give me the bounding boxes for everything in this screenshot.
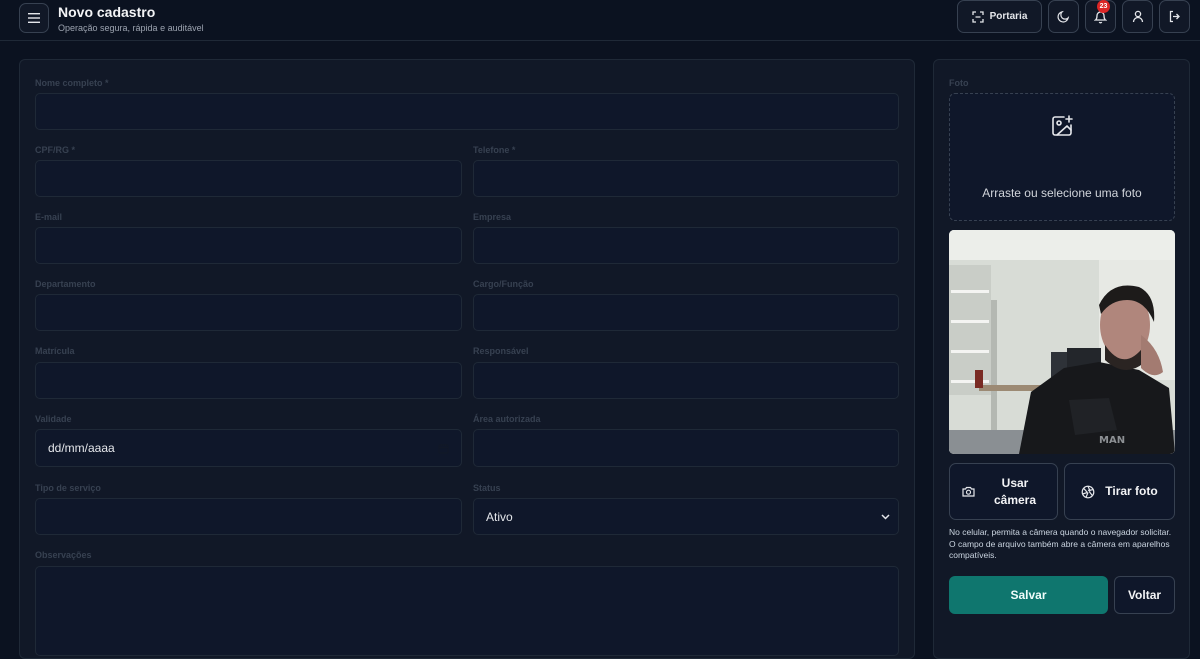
notifications-button[interactable]: 23 xyxy=(1085,0,1116,33)
dropzone-text: Arraste ou selecione uma foto xyxy=(982,186,1142,200)
use-camera-button[interactable]: Usar câmera xyxy=(949,463,1058,520)
empresa-input[interactable] xyxy=(473,227,899,264)
take-photo-label: Tirar foto xyxy=(1105,484,1158,498)
notification-badge: 23 xyxy=(1097,0,1110,13)
status-select[interactable]: Ativo xyxy=(473,498,899,535)
observacoes-textarea[interactable] xyxy=(35,566,899,656)
svg-text:MAN: MAN xyxy=(1099,435,1125,446)
photo-label: Foto xyxy=(949,78,969,88)
top-actions: Portaria 23 xyxy=(957,0,1190,33)
responsavel-input[interactable] xyxy=(473,362,899,399)
photo-dropzone[interactable]: Arraste ou selecione uma foto xyxy=(949,93,1175,221)
image-plus-icon xyxy=(1052,115,1073,136)
email-input[interactable] xyxy=(35,227,462,264)
area-input[interactable] xyxy=(473,429,899,467)
observacoes-label: Observações xyxy=(35,550,92,560)
back-button[interactable]: Voltar xyxy=(1114,576,1175,614)
form-card: Nome completo * CPF/RG * Telefone * E-ma… xyxy=(19,59,915,659)
camera-preview: MAN xyxy=(949,230,1175,454)
take-photo-button[interactable]: Tirar foto xyxy=(1064,463,1175,520)
page-subtitle: Operação segura, rápida e auditável xyxy=(58,23,204,33)
nome-input[interactable] xyxy=(35,93,899,130)
save-button[interactable]: Salvar xyxy=(949,576,1108,614)
cpf-input[interactable] xyxy=(35,160,462,197)
scan-icon xyxy=(971,10,984,23)
status-label: Status xyxy=(473,483,501,493)
responsavel-label: Responsável xyxy=(473,346,529,356)
logout-icon xyxy=(1169,10,1180,23)
menu-button[interactable] xyxy=(19,3,49,33)
tipo-input[interactable] xyxy=(35,498,462,535)
telefone-input[interactable] xyxy=(473,160,899,197)
photo-card: Foto Arraste ou selecione uma foto MAN U… xyxy=(933,59,1190,659)
departamento-label: Departamento xyxy=(35,279,96,289)
logout-button[interactable] xyxy=(1159,0,1190,33)
moon-icon xyxy=(1057,10,1070,23)
aperture-icon xyxy=(1081,485,1095,498)
empresa-label: Empresa xyxy=(473,212,512,222)
validade-placeholder: dd/mm/aaaa xyxy=(48,441,115,455)
portaria-label: Portaria xyxy=(989,11,1028,22)
user-icon xyxy=(1132,10,1143,23)
cargo-label: Cargo/Função xyxy=(473,279,534,289)
use-camera-label: Usar câmera xyxy=(993,475,1037,507)
nome-label: Nome completo * xyxy=(35,78,109,88)
tipo-label: Tipo de serviço xyxy=(35,483,101,493)
profile-button[interactable] xyxy=(1122,0,1153,33)
status-selected-value: Ativo xyxy=(486,509,513,524)
camera-preview-image: MAN xyxy=(949,230,1175,454)
page-title: Novo cadastro xyxy=(58,4,156,20)
hamburger-icon xyxy=(28,13,40,23)
matricula-input[interactable] xyxy=(35,362,462,399)
validade-date-input[interactable]: dd/mm/aaaa xyxy=(35,429,462,467)
chevron-down-icon xyxy=(881,513,890,520)
cpf-label: CPF/RG * xyxy=(35,145,76,155)
email-label: E-mail xyxy=(35,212,63,222)
telefone-label: Telefone * xyxy=(473,145,516,155)
top-bar: Novo cadastro Operação segura, rápida e … xyxy=(0,0,1200,41)
portaria-button[interactable]: Portaria xyxy=(957,0,1042,33)
matricula-label: Matrícula xyxy=(35,346,75,356)
area-label: Área autorizada xyxy=(473,414,541,424)
camera-icon xyxy=(962,486,975,497)
camera-help-note: No celular, permita a câmera quando o na… xyxy=(949,527,1172,560)
validade-label: Validade xyxy=(35,414,72,424)
departamento-input[interactable] xyxy=(35,294,462,331)
calendar-icon[interactable] xyxy=(438,443,449,454)
theme-toggle-button[interactable] xyxy=(1048,0,1079,33)
cargo-input[interactable] xyxy=(473,294,899,331)
